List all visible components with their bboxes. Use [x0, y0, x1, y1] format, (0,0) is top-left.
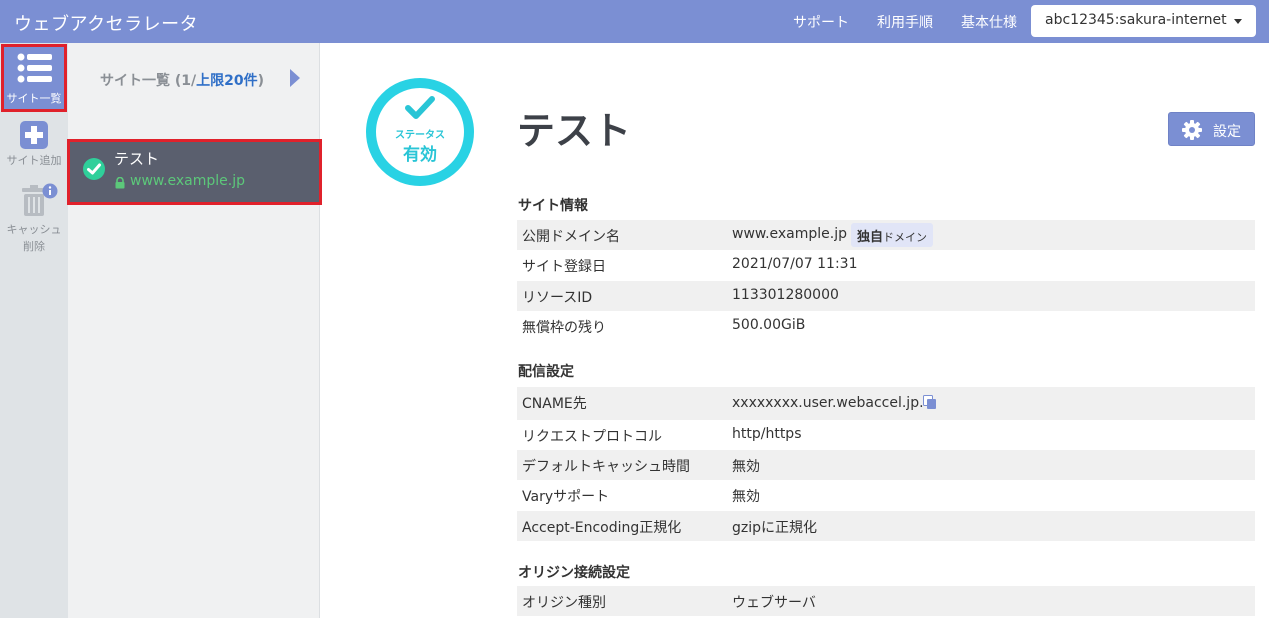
info-row: Varyサポート 無効 [517, 480, 1255, 510]
status-value: 有効 [403, 145, 437, 165]
info-icon [42, 183, 58, 199]
site-list-title-prefix: サイト一覧 (1/ [100, 73, 197, 89]
row-key: 公開ドメイン名 [522, 229, 620, 245]
info-row: Accept-Encoding正規化 gzipに正規化 [517, 511, 1255, 541]
row-value: xxxxxxxx.user.webaccel.jp. [732, 395, 924, 411]
page-title: テスト [517, 109, 632, 153]
check-icon [405, 96, 435, 119]
info-row: リソースID 113301280000 [517, 281, 1255, 311]
section-title-origin: オリジン接続設定 [518, 565, 630, 581]
site-list-label: サイト一覧 [6, 92, 62, 105]
custom-domain-badge: 独自ドメイン [851, 223, 934, 247]
site-list-button[interactable]: サイト一覧 [1, 44, 67, 112]
info-row: リクエストプロトコル http/https [517, 420, 1255, 450]
site-list-title: サイト一覧 (1/上限20件) [100, 70, 264, 90]
info-row: CNAME先 xxxxxxxx.user.webaccel.jp. [517, 387, 1255, 420]
plus-icon [20, 121, 48, 149]
lock-icon [115, 177, 125, 189]
row-value: http/https [732, 426, 802, 442]
row-key: CNAME先 [522, 396, 587, 412]
site-item-name: テスト [114, 150, 160, 168]
caret-down-icon [1234, 19, 1242, 24]
row-key: 無償枠の残り [522, 320, 606, 336]
info-row: オリジン種別 ウェブサーバ [517, 586, 1255, 616]
section-title-delivery: 配信設定 [518, 364, 574, 380]
row-value: 無効 [732, 459, 760, 475]
check-icon [83, 158, 105, 180]
row-value: gzipに正規化 [732, 520, 818, 536]
row-key: リクエストプロトコル [522, 429, 662, 445]
badge-strong: 独自 [857, 230, 884, 245]
row-value: 500.00GiB [732, 317, 806, 333]
row-key: デフォルトキャッシュ時間 [522, 459, 690, 475]
settings-label: 設定 [1213, 124, 1241, 140]
row-value: ウェブサーバ [732, 595, 816, 611]
cache-delete-label-1: キャッシュ [6, 223, 62, 236]
top-header: ウェブアクセラレータ サポート 利用手順 基本仕様 abc12345:sakur… [0, 0, 1269, 43]
site-list-item[interactable]: テスト www.example.jp [67, 139, 322, 205]
row-value: 113301280000 [732, 287, 839, 303]
info-row: 無償枠の残り 500.00GiB [517, 311, 1255, 341]
nav-usage-link[interactable]: 利用手順 [877, 12, 933, 32]
app-title: ウェブアクセラレータ [14, 14, 199, 35]
site-list-panel: サイト一覧 (1/上限20件) テスト www.example.jp [67, 43, 322, 618]
add-site-label: サイト追加 [6, 154, 62, 167]
info-row: サイト登録日 2021/07/07 11:31 [517, 250, 1255, 280]
list-icon [17, 53, 52, 83]
site-limit-text: 上限20件 [196, 73, 258, 89]
row-value: 無効 [732, 489, 760, 505]
badge-small: ドメイン [883, 231, 928, 244]
row-key: サイト登録日 [522, 259, 606, 275]
site-list-title-suffix: ) [257, 73, 265, 89]
account-name: abc12345:sakura-internet [1045, 12, 1227, 28]
site-item-domain: www.example.jp [130, 173, 246, 189]
settings-button[interactable]: 設定 [1168, 112, 1255, 146]
status-indicator: ステータス 有効 [366, 78, 474, 186]
info-row: デフォルトキャッシュ時間 無効 [517, 450, 1255, 480]
cache-delete-label-2: 削除 [23, 240, 45, 253]
row-value: 2021/07/07 11:31 [732, 256, 858, 272]
nav-support-link[interactable]: サポート [793, 12, 849, 32]
account-select[interactable]: abc12345:sakura-internet [1031, 5, 1256, 37]
info-row: 公開ドメイン名 www.example.jp 独自ドメイン [517, 220, 1255, 250]
row-key: リソースID [522, 290, 593, 306]
row-key: Accept-Encoding正規化 [522, 520, 682, 536]
gear-icon [1182, 120, 1202, 140]
arrow-right-icon[interactable] [290, 69, 300, 87]
nav-spec-link[interactable]: 基本仕様 [961, 12, 1017, 32]
copy-icon[interactable] [923, 395, 937, 410]
status-label: ステータス [395, 130, 445, 141]
row-value: www.example.jp [732, 226, 848, 242]
add-site-button[interactable]: サイト追加 [0, 119, 68, 169]
cache-delete-button[interactable]: キャッシュ 削除 [0, 183, 68, 258]
section-title-site-info: サイト情報 [518, 198, 588, 214]
icon-sidebar: サイト一覧 サイト追加 キャッシュ 削除 [0, 43, 68, 618]
row-key: オリジン種別 [522, 595, 606, 611]
row-key: Varyサポート [522, 489, 610, 505]
